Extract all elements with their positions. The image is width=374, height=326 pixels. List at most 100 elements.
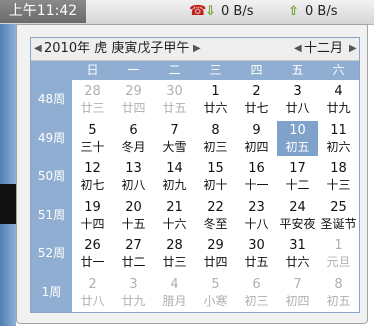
- upload-rate[interactable]: 0 B/s: [305, 0, 337, 23]
- day-number: 24: [289, 199, 306, 215]
- day-number: 6: [129, 122, 138, 138]
- day-cell[interactable]: 12 初七: [72, 159, 113, 194]
- day-cell[interactable]: 7 大雪: [154, 121, 195, 156]
- lunar-date: 初四: [285, 293, 310, 308]
- lunar-date: 十一: [244, 178, 269, 192]
- day-number: 4: [334, 84, 343, 99]
- day-cell[interactable]: 29 廿四: [195, 236, 236, 271]
- day-cell[interactable]: 1 元旦: [318, 236, 359, 271]
- day-cell[interactable]: 24 平安夜: [277, 198, 318, 233]
- next-year-arrow-icon[interactable]: ▶: [193, 38, 201, 60]
- day-cell[interactable]: 2 廿七: [236, 82, 277, 117]
- prev-month-arrow-icon[interactable]: ◀: [294, 38, 302, 60]
- day-cell[interactable]: 5 三十: [72, 121, 113, 156]
- day-number: 14: [166, 161, 183, 176]
- lunar-date: 初四: [244, 139, 269, 154]
- day-number: 28: [84, 84, 101, 99]
- day-cell[interactable]: 30 廿五: [154, 82, 195, 117]
- day-number: 25: [330, 199, 347, 215]
- day-number: 29: [125, 84, 142, 99]
- prev-year-arrow-icon[interactable]: ◀: [34, 38, 42, 60]
- day-cell[interactable]: 14 初九: [154, 159, 195, 194]
- day-number: 15: [207, 161, 224, 176]
- day-cell-selected[interactable]: 10 初五: [277, 120, 318, 156]
- lunar-date: 廿九: [326, 101, 351, 115]
- day-cell[interactable]: 3 廿九: [113, 275, 154, 310]
- week-number: 52周: [37, 246, 66, 260]
- weekday-label: 一: [127, 63, 140, 77]
- day-cell[interactable]: 16 十一: [236, 159, 277, 194]
- day-cell[interactable]: 8 初五: [318, 275, 359, 310]
- weekday-label: 四: [250, 63, 263, 77]
- next-month-arrow-icon[interactable]: ▶: [349, 38, 357, 60]
- day-cell[interactable]: 4 廿九: [318, 82, 359, 117]
- lunar-date: 廿八: [80, 293, 105, 308]
- day-cell[interactable]: 2 廿八: [72, 275, 113, 310]
- lunar-date: 平安夜: [279, 216, 316, 231]
- day-cell[interactable]: 18 十三: [318, 159, 359, 194]
- phone-icon[interactable]: ☎: [189, 0, 206, 23]
- lunar-date: 廿一: [80, 255, 105, 269]
- day-number: 30: [248, 238, 265, 253]
- lunar-date: 廿五: [162, 101, 187, 115]
- lunar-date: 初八: [121, 178, 146, 192]
- lunar-date: 廿八: [285, 101, 310, 115]
- day-number: 8: [334, 276, 343, 292]
- year-label: 2010年 虎 庚寅戊子甲午: [44, 41, 190, 56]
- day-number: 10: [289, 122, 306, 138]
- day-cell[interactable]: 26 廿一: [72, 236, 113, 271]
- day-cell[interactable]: 29 廿四: [113, 82, 154, 117]
- day-cell[interactable]: 8 初三: [195, 121, 236, 156]
- weekday-label: 三: [209, 63, 222, 77]
- day-cell[interactable]: 23 十八: [236, 198, 277, 233]
- day-cell[interactable]: 1 廿六: [195, 82, 236, 117]
- day-cell[interactable]: 5 小寒: [195, 275, 236, 310]
- day-number: 18: [330, 161, 347, 176]
- day-cell[interactable]: 13 初八: [113, 159, 154, 194]
- lunar-date: 廿四: [203, 255, 228, 269]
- day-cell[interactable]: 28 廿三: [72, 82, 113, 117]
- day-number: 3: [129, 276, 138, 292]
- day-cell[interactable]: 27 廿二: [113, 236, 154, 271]
- lunar-date: 冬月: [121, 139, 146, 154]
- desktop-window-fragment: [0, 184, 16, 224]
- day-number: 1: [211, 84, 220, 99]
- day-cell[interactable]: 6 初三: [236, 275, 277, 310]
- download-rate[interactable]: 0 B/s: [221, 0, 253, 23]
- lunar-date: 初五: [285, 139, 310, 154]
- calendar-widget: ◀ 2010年 虎 庚寅戊子甲午 ▶ ◀ 十二月 ▶ 日一二三四五六 48周 49…: [30, 37, 360, 313]
- day-cell[interactable]: 21 十六: [154, 198, 195, 233]
- day-cell[interactable]: 30 廿五: [236, 236, 277, 271]
- top-panel: 上午11:42 ☎ ⇩ 0 B/s ⇧ 0 B/s: [0, 0, 374, 25]
- day-number: 4: [170, 276, 179, 292]
- lunar-date: 小寒: [203, 293, 228, 308]
- day-cell[interactable]: 11 初六: [318, 121, 359, 156]
- day-cell[interactable]: 7 初四: [277, 275, 318, 310]
- day-cell[interactable]: 15 初十: [195, 159, 236, 194]
- day-cell[interactable]: 28 廿三: [154, 236, 195, 271]
- day-number: 26: [84, 238, 101, 253]
- weekday-label: 日: [86, 63, 99, 77]
- lunar-date: 初十: [203, 178, 228, 192]
- day-cell[interactable]: 3 廿八: [277, 82, 318, 117]
- day-cell[interactable]: 19 十四: [72, 198, 113, 233]
- clock-button[interactable]: 上午11:42: [0, 0, 86, 23]
- day-cell[interactable]: 4 腊月: [154, 275, 195, 310]
- lunar-date: 十四: [80, 216, 105, 231]
- week-number: 51周: [37, 207, 66, 222]
- day-number: 5: [88, 122, 97, 138]
- day-cell[interactable]: 9 初四: [236, 121, 277, 156]
- lunar-date: 元旦: [326, 255, 351, 269]
- day-cell[interactable]: 17 十二: [277, 159, 318, 194]
- day-number: 22: [207, 199, 224, 215]
- day-cell[interactable]: 31 廿六: [277, 236, 318, 271]
- day-number: 16: [248, 161, 265, 176]
- lunar-date: 十二: [285, 178, 310, 192]
- lunar-date: 初七: [80, 178, 105, 192]
- lunar-date: 十六: [162, 216, 187, 231]
- day-cell[interactable]: 20 十五: [113, 198, 154, 233]
- day-cell[interactable]: 25 圣诞节: [318, 198, 359, 233]
- day-cell[interactable]: 22 冬至: [195, 198, 236, 233]
- day-cell[interactable]: 6 冬月: [113, 121, 154, 156]
- lunar-date: 腊月: [162, 293, 187, 308]
